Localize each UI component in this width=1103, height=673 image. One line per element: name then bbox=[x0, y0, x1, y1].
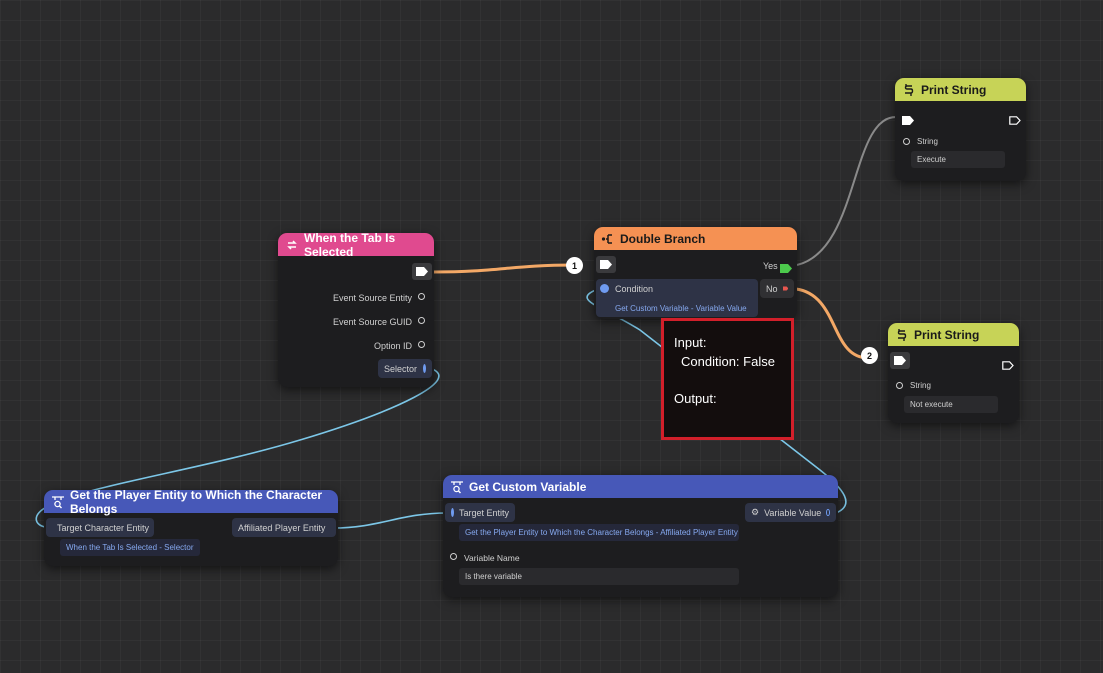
debug-tooltip: Input: Condition: False Output: bbox=[661, 318, 794, 440]
node-title: Double Branch bbox=[620, 231, 706, 246]
node-header: Get Custom Variable bbox=[443, 475, 838, 498]
node-title: Print String bbox=[921, 82, 987, 97]
data-pin-dot bbox=[451, 508, 454, 517]
data-pin-dot bbox=[423, 364, 426, 373]
no-label: No bbox=[766, 283, 778, 294]
no-pin[interactable]: No bbox=[760, 279, 794, 298]
input-pin-ring[interactable] bbox=[450, 553, 457, 560]
string-input[interactable]: Not execute bbox=[904, 396, 998, 413]
query-icon bbox=[51, 495, 65, 509]
pin-label-target-character-entity: Target Character Entity bbox=[57, 522, 150, 533]
event-loop-icon bbox=[285, 238, 299, 252]
target-character-entity-value[interactable]: When the Tab Is Selected - Selector bbox=[60, 539, 200, 556]
pin-label-event-source-entity: Event Source Entity bbox=[332, 293, 412, 303]
exec-wire-no bbox=[795, 287, 871, 360]
data-pin-dot[interactable] bbox=[600, 284, 609, 293]
yes-label: Yes bbox=[763, 261, 778, 271]
generic-type-icon: ⚙ bbox=[751, 507, 760, 517]
output-pin-ring[interactable] bbox=[418, 293, 425, 300]
node-title: Print String bbox=[914, 327, 980, 342]
print-icon bbox=[895, 328, 909, 342]
target-entity-pin[interactable]: Target Entity bbox=[445, 503, 515, 522]
exec-output-pin[interactable] bbox=[1002, 357, 1014, 375]
node-print-string-2[interactable]: Print String String Not execute bbox=[888, 323, 1019, 423]
exec-output-pin[interactable] bbox=[1009, 112, 1021, 130]
node-print-string-1[interactable]: Print String String Execute bbox=[895, 78, 1026, 181]
output-pin-ring[interactable] bbox=[418, 341, 425, 348]
node-title: Get the Player Entity to Which the Chara… bbox=[70, 487, 323, 516]
node-header: Print String bbox=[895, 78, 1026, 101]
target-entity-value[interactable]: Get the Player Entity to Which the Chara… bbox=[459, 524, 739, 541]
data-wire-player bbox=[332, 512, 448, 529]
string-label: String bbox=[917, 137, 938, 146]
no-exec-pin-icon bbox=[782, 286, 788, 291]
pin-label-event-source-guid: Event Source GUID bbox=[332, 317, 412, 327]
pin-label-variable-name: Variable Name bbox=[464, 553, 520, 563]
tooltip-input-heading: Input: bbox=[674, 335, 707, 350]
condition-label: Condition bbox=[615, 284, 654, 294]
print-icon bbox=[902, 83, 916, 97]
node-double-branch[interactable]: Double Branch Yes Condition Get Custom V… bbox=[594, 227, 797, 319]
execution-order-badge: 2 bbox=[861, 347, 878, 364]
pin-label-variable-value: Variable Value bbox=[764, 507, 822, 518]
input-pin-ring[interactable] bbox=[896, 382, 903, 389]
node-title: Get Custom Variable bbox=[469, 479, 587, 494]
pin-label-target-entity: Target Entity bbox=[458, 507, 509, 518]
variable-name-input[interactable]: Is there variable bbox=[459, 568, 739, 585]
yes-exec-pin[interactable] bbox=[780, 260, 792, 278]
output-pin-ring[interactable] bbox=[418, 317, 425, 324]
node-get-player-entity[interactable]: Get the Player Entity to Which the Chara… bbox=[44, 487, 338, 566]
node-header: Double Branch bbox=[594, 227, 797, 250]
condition-value: Get Custom Variable - Variable Value bbox=[615, 304, 747, 313]
input-pin-ring[interactable] bbox=[903, 138, 910, 145]
exec-input-pin[interactable] bbox=[890, 352, 910, 369]
exec-wire-1 bbox=[432, 263, 576, 274]
node-header: Print String bbox=[888, 323, 1019, 346]
query-icon bbox=[450, 480, 464, 494]
selector-pin[interactable]: Selector bbox=[378, 359, 432, 378]
node-header: Get the Player Entity to Which the Chara… bbox=[44, 487, 338, 516]
pin-label-option-id: Option ID bbox=[373, 341, 412, 351]
target-character-entity-pin[interactable]: Target Character Entity bbox=[46, 518, 154, 537]
execution-order-badge: 1 bbox=[566, 257, 583, 274]
branch-icon bbox=[601, 232, 615, 246]
pin-label-selector: Selector bbox=[384, 363, 418, 374]
affiliated-player-entity-pin[interactable]: Affiliated Player Entity bbox=[232, 518, 336, 537]
node-title: When the Tab Is Selected bbox=[304, 230, 396, 259]
variable-value-pin[interactable]: ⚙ Variable Value bbox=[745, 503, 836, 522]
node-when-tab-selected[interactable]: When the Tab Is Selected Event Source En… bbox=[278, 230, 434, 387]
string-label: String bbox=[910, 381, 931, 390]
exec-input-pin[interactable] bbox=[902, 112, 914, 130]
exec-input-pin[interactable] bbox=[596, 256, 616, 273]
node-get-custom-variable[interactable]: Get Custom Variable Target Entity Get th… bbox=[443, 475, 838, 597]
string-input[interactable]: Execute bbox=[911, 151, 1005, 168]
output-pin-ring bbox=[826, 509, 830, 516]
exec-wire-yes bbox=[796, 115, 898, 266]
exec-output-pin[interactable] bbox=[412, 263, 432, 280]
pin-label-affiliated-player-entity: Affiliated Player Entity bbox=[238, 522, 326, 533]
node-header: When the Tab Is Selected bbox=[278, 230, 434, 259]
tooltip-output-heading: Output: bbox=[674, 391, 717, 406]
tooltip-condition-line: Condition: False bbox=[681, 354, 775, 369]
